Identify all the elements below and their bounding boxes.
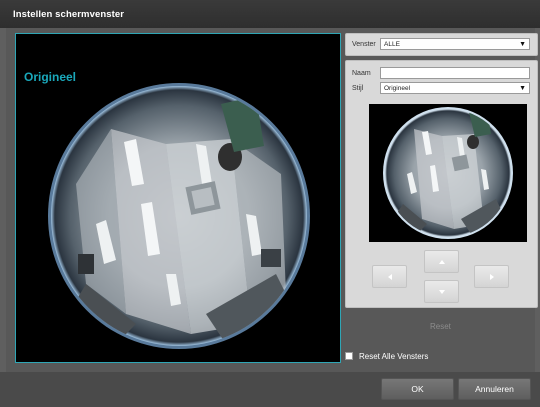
chevron-left-icon [387, 273, 392, 280]
view-settings-box: Naam Stijl Origineel ▼ [345, 60, 538, 308]
window-selector-box: Venster ALLE ▼ [345, 33, 538, 56]
dialog-footer: OK Annuleren [0, 372, 540, 407]
venster-label: Venster [352, 41, 376, 48]
reset-all-checkbox[interactable] [345, 352, 353, 360]
view-style-label: Origineel [24, 70, 77, 84]
naam-input[interactable] [380, 67, 530, 79]
main-camera-view[interactable]: Origineel [15, 33, 341, 363]
pan-up-button[interactable] [424, 250, 459, 273]
reset-button[interactable]: Reset [430, 322, 451, 331]
stijl-label: Stijl [352, 85, 364, 92]
stijl-value: Origineel [384, 85, 411, 92]
dropdown-arrow-icon: ▼ [519, 41, 526, 48]
chevron-up-icon [438, 259, 445, 264]
settings-panel: Venster ALLE ▼ Naam Stijl Origineel ▼ [345, 33, 538, 308]
dropdown-arrow-icon: ▼ [519, 85, 526, 92]
reset-all-label: Reset Alle Vensters [359, 351, 429, 361]
reset-all-row[interactable]: Reset Alle Vensters [345, 350, 428, 362]
venster-dropdown[interactable]: ALLE ▼ [380, 38, 530, 50]
naam-label: Naam [352, 70, 371, 77]
pan-right-button[interactable] [474, 265, 509, 288]
cancel-button[interactable]: Annuleren [458, 378, 531, 400]
stijl-dropdown[interactable]: Origineel ▼ [380, 82, 530, 94]
chevron-down-icon [438, 289, 445, 294]
setup-window-dialog: Instellen schermvenster Origineel Venste… [0, 0, 540, 407]
preview-view [369, 104, 527, 242]
preview-fisheye-image [383, 107, 513, 239]
pan-down-button[interactable] [424, 280, 459, 303]
venster-value: ALLE [384, 41, 400, 48]
ok-button[interactable]: OK [381, 378, 454, 400]
chevron-right-icon [489, 273, 494, 280]
title-bar: Instellen schermvenster [0, 0, 540, 28]
dialog-title: Instellen schermvenster [13, 9, 125, 20]
pan-left-button[interactable] [372, 265, 407, 288]
